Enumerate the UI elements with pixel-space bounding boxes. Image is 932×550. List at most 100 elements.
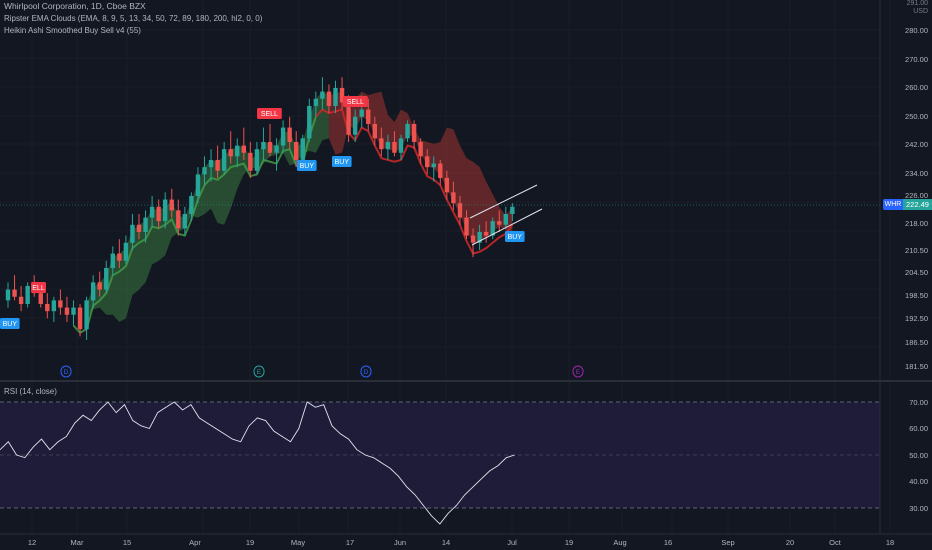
- candle-body: [411, 123, 417, 142]
- candle-body: [333, 87, 338, 106]
- rsi-tick-label: 70.00: [909, 398, 928, 407]
- indicator-heikin-ashi-label[interactable]: Heikin Ashi Smoothed Buy Sell v4 (55): [4, 25, 141, 36]
- time-tick-label: 17: [346, 538, 354, 547]
- candle-body: [267, 141, 273, 153]
- candle-body: [326, 91, 332, 106]
- price-tick-label: 260.00: [905, 83, 928, 92]
- candle-body: [97, 282, 102, 290]
- price-tick-label: 242.00: [905, 140, 928, 149]
- candle-body: [182, 213, 188, 229]
- candle-body: [464, 217, 469, 236]
- rsi-indicator-label[interactable]: RSI (14, close): [4, 387, 57, 396]
- rsi-tick-label: 30.00: [909, 504, 928, 513]
- time-tick-label: Jun: [394, 538, 406, 547]
- ema-clouds: [72, 91, 514, 335]
- ticker-symbol-tag: WHR: [883, 199, 903, 210]
- event-label-d: D: [64, 369, 69, 376]
- signal-sell-label: SELL: [261, 111, 278, 118]
- currency-label: USD: [913, 8, 928, 15]
- price-tick-label: 181.50: [905, 362, 928, 371]
- candle-body: [235, 145, 240, 157]
- time-tick-label: 14: [442, 538, 450, 547]
- candle-body: [300, 138, 305, 160]
- candle-body: [294, 141, 299, 160]
- price-tick-label: 210.50: [905, 246, 928, 255]
- price-tick-label: 270.00: [905, 55, 928, 64]
- candle-body: [149, 206, 155, 218]
- axis-currency: 291.00 USD: [907, 0, 928, 16]
- time-tick-label: Aug: [613, 538, 626, 547]
- candle-body: [221, 149, 227, 171]
- candle-body: [457, 203, 463, 218]
- time-tick-label: 15: [123, 538, 131, 547]
- candle-body: [176, 210, 181, 229]
- candle-body: [320, 91, 325, 99]
- time-tick-label: 19: [246, 538, 254, 547]
- candle-body: [425, 156, 430, 168]
- price-tick-label: 234.00: [905, 169, 928, 178]
- time-tick-label: Jul: [507, 538, 517, 547]
- candle-body: [90, 282, 96, 301]
- time-tick-label: 18: [886, 538, 894, 547]
- axis-top-price: 291.00: [906, 0, 928, 7]
- candle-body: [58, 300, 63, 308]
- candle-body: [163, 199, 168, 222]
- rsi-axis[interactable]: 70.00 60.00 50.00 40.00 30.00: [909, 398, 928, 513]
- candle-body: [444, 177, 450, 193]
- candle-body: [510, 206, 515, 214]
- price-tick-label: 250.00: [905, 112, 928, 121]
- rsi-tick-label: 60.00: [909, 424, 928, 433]
- candle-body: [307, 105, 312, 139]
- candle-body: [431, 163, 436, 168]
- price-tick-label: 280.00: [905, 26, 928, 35]
- candle-body: [313, 98, 319, 106]
- price-tick-label: 186.50: [905, 338, 928, 347]
- candle-body: [195, 174, 201, 196]
- price-tick-label: 204.50: [905, 268, 928, 277]
- event-label-e: E: [257, 369, 262, 376]
- candle-body: [503, 213, 508, 225]
- candle-body: [248, 152, 253, 171]
- candle-body: [117, 253, 122, 261]
- chart-title[interactable]: Whirlpool Corporation, 1D, Cboe BZX: [4, 1, 146, 12]
- candle-body: [254, 149, 260, 171]
- candle-body: [366, 109, 371, 124]
- candle-body: [352, 116, 358, 135]
- candle-body: [136, 224, 142, 232]
- price-chart[interactable]: SELL SELL BUY BUY BUY BUY ELL D E D E 280.00 270.0…: [0, 0, 932, 550]
- candle-body: [38, 293, 43, 304]
- candle-body: [156, 206, 161, 222]
- ema-cloud-bullish: [86, 91, 329, 322]
- candle-body: [25, 285, 30, 304]
- event-label-e: E: [576, 369, 581, 376]
- time-tick-label: May: [291, 538, 305, 547]
- rsi-tick-label: 40.00: [909, 477, 928, 486]
- candle-body: [280, 127, 286, 146]
- time-axis[interactable]: 12 Mar 15 Apr 19 May 17 Jun 14 Jul 19 Aug 16 Sep 20 Oct…: [28, 538, 894, 547]
- candle-body: [71, 307, 76, 315]
- candle-body: [123, 242, 129, 261]
- ema-cloud-bearish: [328, 91, 513, 243]
- candle-body: [208, 159, 214, 168]
- candle-body: [418, 141, 423, 157]
- event-label-d: D: [364, 369, 369, 376]
- signal-buy-label: BUY: [3, 321, 18, 328]
- event-markers[interactable]: DEDE: [60, 365, 584, 378]
- candle-body: [392, 141, 397, 153]
- candle-body: [64, 307, 70, 315]
- candle-body: [5, 289, 11, 301]
- time-tick-label: Oct: [829, 538, 842, 547]
- candle-body: [202, 167, 207, 175]
- candle-body: [104, 267, 109, 290]
- time-tick-label: 12: [28, 538, 36, 547]
- candle-body: [143, 217, 148, 232]
- signal-sell-partial-label: ELL: [32, 285, 45, 292]
- candle-body: [405, 123, 410, 139]
- candle-body: [497, 221, 502, 225]
- indicator-ema-clouds-label[interactable]: Ripster EMA Clouds (EMA, 8, 9, 5, 13, 34…: [4, 13, 262, 24]
- candle-body: [438, 163, 443, 178]
- price-tick-label: 192.50: [905, 314, 928, 323]
- candle-body: [110, 253, 115, 268]
- candle-body: [228, 149, 233, 157]
- time-tick-label: Mar: [71, 538, 84, 547]
